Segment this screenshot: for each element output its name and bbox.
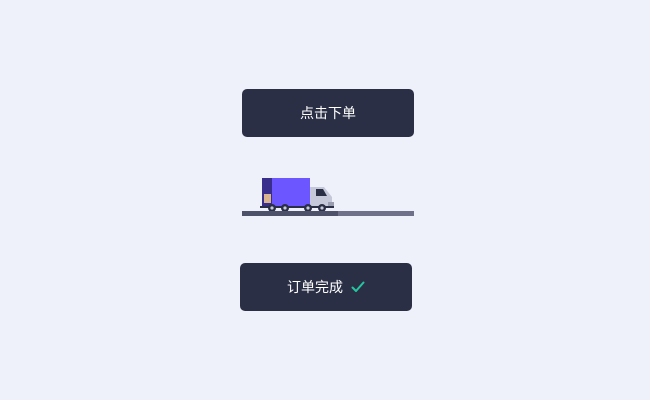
order-complete-label: 订单完成 xyxy=(287,280,343,296)
truck-icon xyxy=(260,178,334,212)
place-order-button[interactable]: 点击下单 xyxy=(242,89,414,137)
delivery-progress-fill xyxy=(242,211,339,216)
order-complete-button[interactable]: 订单完成 xyxy=(240,263,412,311)
delivery-road xyxy=(242,211,414,216)
delivery-animation xyxy=(242,170,414,220)
checkmark-icon xyxy=(351,281,365,293)
place-order-label: 点击下单 xyxy=(300,106,356,122)
